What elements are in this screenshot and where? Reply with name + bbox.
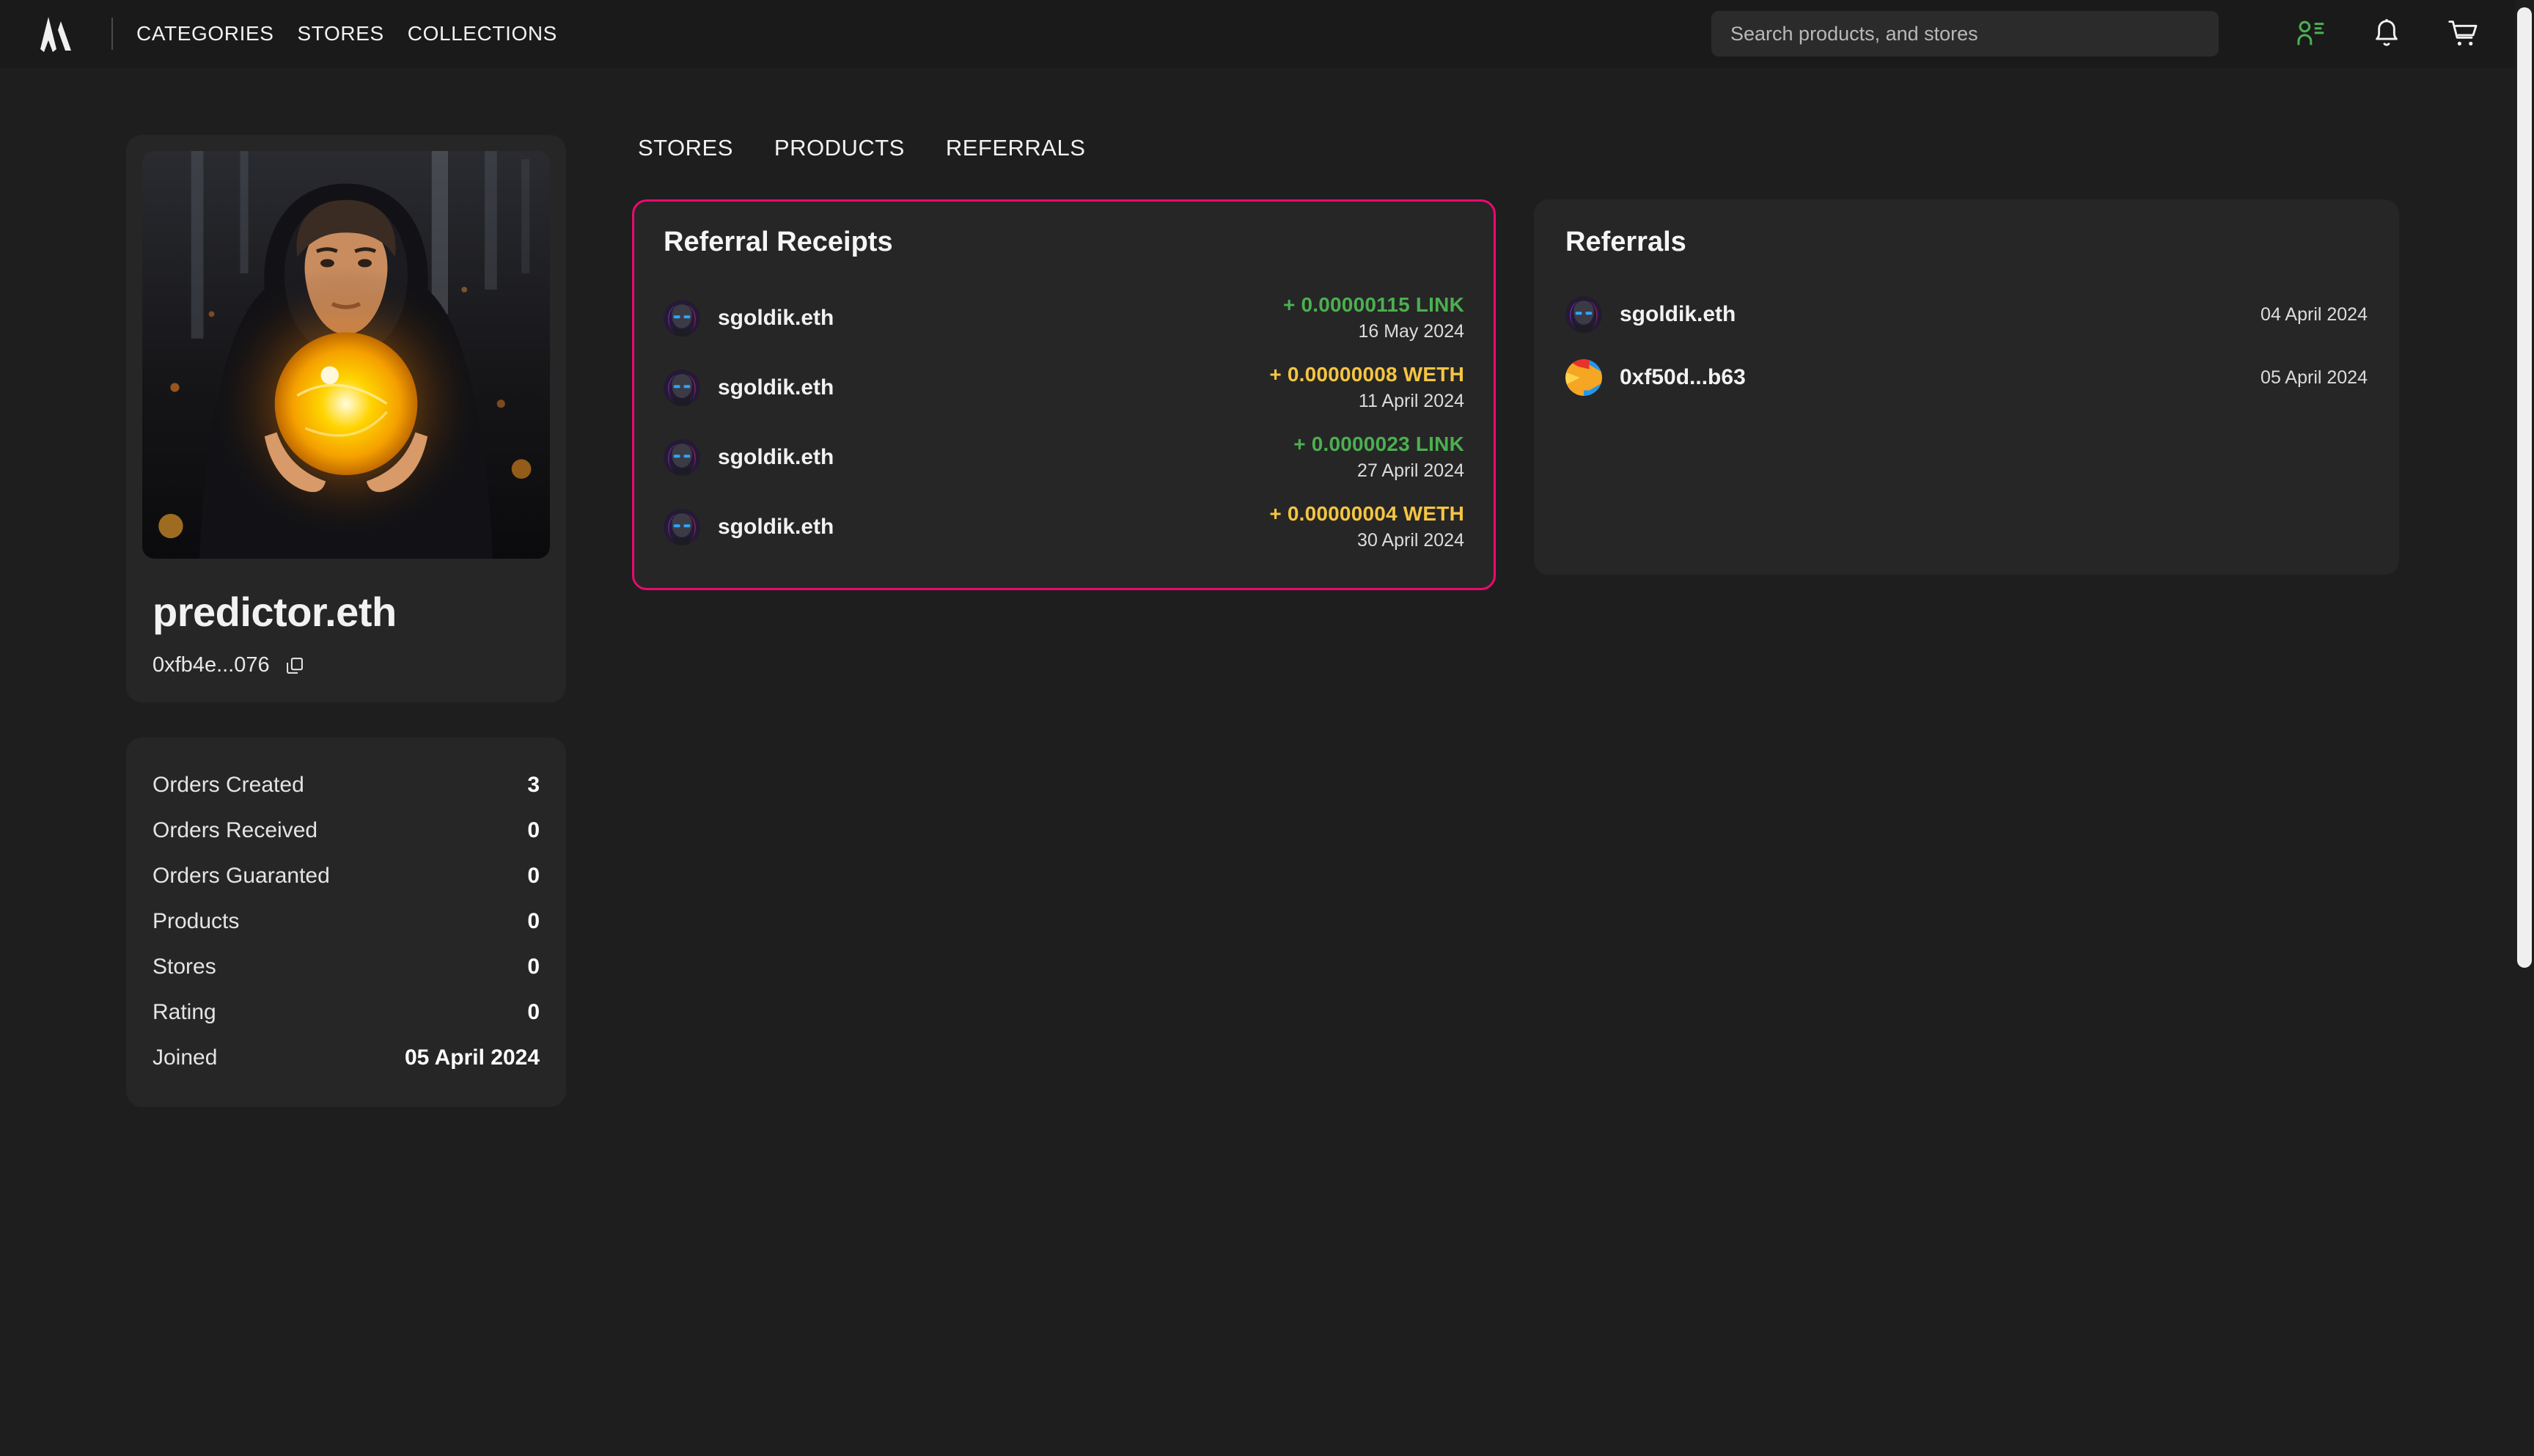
copy-icon[interactable] [284,655,305,676]
receipt-user: sgoldik.eth [664,299,834,337]
blockie-avatar-icon [1565,359,1602,396]
stat-row-products: Products 0 [153,899,540,944]
referral-date: 04 April 2024 [2261,304,2368,325]
header-divider [111,18,113,50]
profile-sidebar: predictor.eth 0xfb4e...076 Orders Create… [126,135,566,1107]
stat-value: 0 [527,1000,540,1024]
cart-icon[interactable] [2446,17,2480,51]
stat-row-orders-received: Orders Received 0 [153,808,540,853]
profile-stats-card: Orders Created 3 Orders Received 0 Order… [126,738,566,1107]
receipt-user: sgoldik.eth [664,369,834,406]
stat-label: Rating [153,1000,216,1024]
referral-user: sgoldik.eth [1565,296,1736,333]
wallet-address: 0xfb4e...076 [153,653,270,677]
receipt-date: 11 April 2024 [1358,391,1464,411]
receipt-user-name: sgoldik.eth [718,305,834,330]
stat-row-stores: Stores 0 [153,944,540,990]
referrals-title: Referrals [1565,227,1686,257]
referral-date: 05 April 2024 [2261,367,2368,388]
profile-card: predictor.eth 0xfb4e...076 [126,135,566,702]
main-nav: CATEGORIES STORES COLLECTIONS [136,22,557,45]
profile-tabs: STORES PRODUCTS REFERRALS [632,135,2442,161]
mercata-logo-icon[interactable] [39,15,73,52]
receipt-amount: + 0.0000023 LINK [1293,433,1464,455]
receipt-row[interactable]: sgoldik.eth + 0.00000115 LINK 16 May 202… [664,283,1464,353]
receipt-row[interactable]: sgoldik.eth + 0.0000023 LINK 27 April 20… [664,422,1464,492]
nav-item-collections[interactable]: COLLECTIONS [408,22,557,45]
logo-container[interactable] [0,15,111,52]
stat-label: Orders Guaranted [153,864,330,888]
page-body: predictor.eth 0xfb4e...076 Orders Create… [0,67,2515,1456]
receipt-amount: + 0.00000004 WETH [1269,502,1464,525]
referrals-panel: Referrals sgoldik.eth 04 April 2024 0xf5… [1534,199,2399,575]
referral-receipts-title: Referral Receipts [664,227,893,257]
page-title: predictor.eth [153,589,397,635]
stat-value: 0 [527,909,540,933]
stat-label: Products [153,909,240,933]
referral-row[interactable]: 0xf50d...b63 05 April 2024 [1565,346,2368,409]
stat-row-joined: Joined 05 April 2024 [153,1035,540,1081]
stat-value: 3 [527,773,540,797]
receipt-meta: + 0.00000008 WETH 11 April 2024 [1269,363,1464,412]
bell-icon[interactable] [2370,17,2403,51]
stat-value: 0 [527,955,540,979]
receipt-date: 30 April 2024 [1357,530,1464,551]
receipt-meta: + 0.00000004 WETH 30 April 2024 [1269,502,1464,551]
receipt-date: 27 April 2024 [1357,460,1464,481]
dark-figure-avatar-icon [664,508,700,545]
nav-item-categories[interactable]: CATEGORIES [136,22,274,45]
stat-label: Stores [153,955,216,979]
receipt-user-name: sgoldik.eth [718,444,834,469]
receipt-amount: + 0.00000115 LINK [1282,293,1464,316]
stat-value: 0 [527,864,540,888]
page-scrollbar[interactable] [2515,0,2534,1456]
dark-figure-avatar-icon [664,369,700,406]
tab-products[interactable]: PRODUCTS [774,135,905,161]
stat-label: Orders Created [153,773,304,797]
main-content: STORES PRODUCTS REFERRALS Referral Recei… [632,135,2442,590]
receipt-user: sgoldik.eth [664,438,834,476]
referral-row[interactable]: sgoldik.eth 04 April 2024 [1565,283,2368,346]
dark-figure-avatar-icon [664,438,700,476]
receipt-row[interactable]: sgoldik.eth + 0.00000008 WETH 11 April 2… [664,353,1464,422]
account-list-icon[interactable] [2294,17,2327,51]
stat-label: Orders Received [153,818,318,842]
search-box[interactable] [1711,11,2219,56]
profile-avatar-image [142,151,550,559]
dark-figure-avatar-icon [664,299,700,337]
tab-stores[interactable]: STORES [638,135,733,161]
header-actions [1711,11,2515,56]
dark-figure-avatar-icon [1565,296,1602,333]
referral-receipts-panel: Referral Receipts sgoldik.eth + 0.000001… [632,199,1496,590]
nav-item-stores[interactable]: STORES [298,22,384,45]
receipt-meta: + 0.00000115 LINK 16 May 2024 [1283,293,1464,342]
scrollbar-thumb[interactable] [2517,7,2532,968]
stat-row-orders-created: Orders Created 3 [153,762,540,808]
receipt-row[interactable]: sgoldik.eth + 0.00000004 WETH 30 April 2… [664,492,1464,562]
referral-user: 0xf50d...b63 [1565,359,1746,396]
panels-container: Referral Receipts sgoldik.eth + 0.000001… [632,199,2442,590]
receipt-amount: + 0.00000008 WETH [1269,363,1464,386]
receipt-user: sgoldik.eth [664,508,834,545]
referral-user-name: 0xf50d...b63 [1620,365,1746,389]
stat-row-rating: Rating 0 [153,990,540,1035]
receipt-meta: + 0.0000023 LINK 27 April 2024 [1293,433,1464,482]
top-header: CATEGORIES STORES COLLECTIONS [0,0,2515,67]
stat-row-orders-guaranted: Orders Guaranted 0 [153,853,540,899]
receipt-user-name: sgoldik.eth [718,514,834,539]
receipt-user-name: sgoldik.eth [718,375,834,400]
search-input[interactable] [1730,22,2200,45]
receipt-date: 16 May 2024 [1358,321,1464,342]
stat-label: Joined [153,1045,218,1070]
stat-value: 0 [527,818,540,842]
stat-value: 05 April 2024 [405,1045,540,1070]
tab-referrals[interactable]: REFERRALS [946,135,1086,161]
wallet-address-row: 0xfb4e...076 [153,653,550,677]
referral-user-name: sgoldik.eth [1620,302,1736,326]
